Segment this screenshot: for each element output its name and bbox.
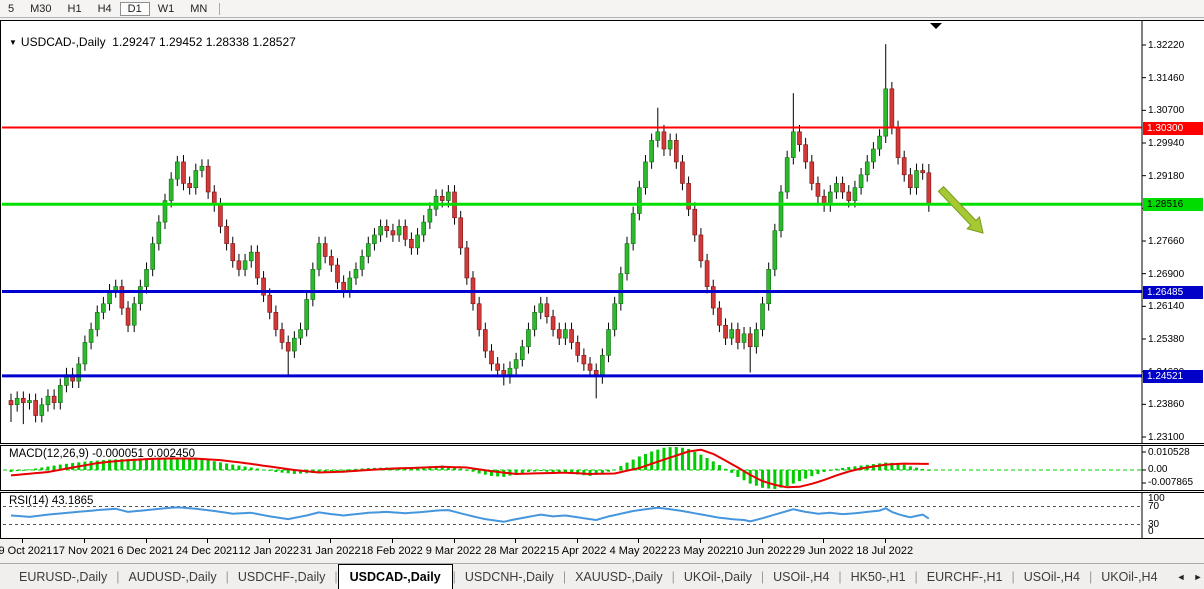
price-tick-label: 1.23860 xyxy=(1148,399,1185,411)
symbol-tabs: EURUSD-,Daily | AUDUSD-,Daily | USDCHF-,Dail… xyxy=(0,563,1204,589)
date-axis[interactable]: 29 Oct 202117 Nov 20216 Dec 202124 Dec 2… xyxy=(0,539,1204,563)
date-label: 18 Jul 2022 xyxy=(856,545,914,557)
date-tick xyxy=(207,539,209,543)
down-trend-arrow[interactable] xyxy=(937,185,984,234)
price-badge-1.30300: 1.30300 xyxy=(1143,121,1203,135)
date-tick xyxy=(884,539,886,543)
chart-symbol-label: USDCAD-,Daily xyxy=(20,35,106,49)
timeframe-button-H4[interactable]: H4 xyxy=(90,2,120,16)
rsi-value: 43.1865 xyxy=(51,495,94,507)
rsi-panel[interactable]: RSI(14) 43.1865 100 70 30 0 xyxy=(0,492,1204,539)
date-tick xyxy=(638,539,640,543)
candlestick-chart xyxy=(2,21,1146,443)
date-label: 12 Jan 2022 xyxy=(238,545,299,557)
tab-usoil-h4[interactable]: USOil-,H4 xyxy=(1015,564,1089,589)
date-label: 15 Apr 2022 xyxy=(547,545,607,557)
timeframe-toolbar: 5 M30 H1 H4 D1 W1 MN xyxy=(0,0,1204,18)
mt4-window: 5 M30 H1 H4 D1 W1 MN ▼ USDCAD-,Daily 1.29247 1.… xyxy=(0,0,1204,589)
date-tick xyxy=(823,539,825,543)
tab-usdchf-daily[interactable]: USDCHF-,Daily xyxy=(229,564,335,589)
tab-eurusd-daily[interactable]: EURUSD-,Daily xyxy=(10,564,116,589)
date-tick xyxy=(391,539,393,543)
date-label: 29 Oct 2021 xyxy=(0,545,53,557)
macd-tick-label: 0.00 xyxy=(1148,464,1168,475)
date-tick xyxy=(330,539,332,543)
macd-tick-label: -0.007865 xyxy=(1148,477,1194,488)
date-label: 28 Mar 2022 xyxy=(484,545,546,557)
timeframe-button-M30[interactable]: M30 xyxy=(22,2,59,16)
tab-ukoil-daily[interactable]: UKOil-,Daily xyxy=(675,564,761,589)
date-label: 31 Jan 2022 xyxy=(300,545,361,557)
tab-usdcad-daily[interactable]: USDCAD-,Daily xyxy=(337,564,453,589)
tab-scroll-left-icon[interactable]: ◄ xyxy=(1177,572,1186,589)
date-label: 23 May 2022 xyxy=(668,545,732,557)
tab-audusd-daily[interactable]: AUDUSD-,Daily xyxy=(119,564,225,589)
date-tick xyxy=(268,539,270,543)
price-tick-label: 1.25380 xyxy=(1148,334,1185,345)
date-label: 9 Mar 2022 xyxy=(425,545,482,557)
tab-eurchf-h1[interactable]: EURCHF-,H1 xyxy=(918,564,1012,589)
macd-values: -0.000051 0.002450 xyxy=(92,448,196,460)
price-badge-1.24521: 1.24521 xyxy=(1143,369,1203,383)
candles-layer xyxy=(8,44,932,425)
rsi-tick-label: 0 xyxy=(1148,526,1154,537)
price-tick-label: 1.26900 xyxy=(1148,268,1185,280)
price-tick-label: 1.27660 xyxy=(1148,236,1185,247)
price-tick-label: 1.26140 xyxy=(1148,301,1185,313)
date-label: 18 Feb 2022 xyxy=(361,545,423,557)
timeframe-button-MN[interactable]: MN xyxy=(182,2,215,16)
price-tick-label: 1.30700 xyxy=(1148,105,1185,117)
main-chart-panel[interactable]: ▼ USDCAD-,Daily 1.29247 1.29452 1.28338 1… xyxy=(0,20,1204,444)
price-tick-label: 1.29180 xyxy=(1148,170,1185,182)
rsi-tick-label: 70 xyxy=(1148,501,1160,512)
date-tick xyxy=(22,539,24,543)
price-badge-1.26485: 1.26485 xyxy=(1143,285,1203,299)
tab-scroll-buttons: ◄ ► xyxy=(1167,564,1204,589)
timeframe-button-5[interactable]: 5 xyxy=(0,2,22,16)
timeframe-button-D1[interactable]: D1 xyxy=(119,1,150,16)
date-label: 4 May 2022 xyxy=(609,545,668,557)
tab-xauusd-daily[interactable]: XAUUSD-,Daily xyxy=(566,564,672,589)
date-label: 17 Nov 2021 xyxy=(52,545,116,557)
date-tick xyxy=(576,539,578,543)
macd-tick-label: 0.010528 xyxy=(1148,447,1190,458)
date-tick xyxy=(145,539,147,543)
tab-scroll-right-icon[interactable]: ► xyxy=(1193,572,1202,589)
date-label: 24 Dec 2021 xyxy=(175,545,239,557)
price-tick-label: 1.32220 xyxy=(1148,40,1185,51)
tab-hk50-h1[interactable]: HK50-,H1 xyxy=(842,564,915,589)
toolbar-separator xyxy=(219,2,221,15)
rsi-line xyxy=(10,506,930,523)
tab-usoil-h4[interactable]: USOil-,H4 xyxy=(764,564,838,589)
ohlc-values: 1.29247 1.29452 1.28338 1.28527 xyxy=(112,35,296,49)
price-tick-label: 1.23100 xyxy=(1148,432,1185,443)
rsi-chart xyxy=(3,493,1143,538)
price-badge-1.28516: 1.28516 xyxy=(1143,198,1203,212)
date-tick xyxy=(699,539,701,543)
macd-label: MACD(12,26,9) -0.000051 0.002450 xyxy=(9,448,196,460)
collapse-triangle-icon[interactable]: ▼ xyxy=(9,38,17,47)
date-label: 29 Jun 2022 xyxy=(792,545,854,557)
tab-usdcnh-daily[interactable]: USDCNH-,Daily xyxy=(456,564,563,589)
date-label: 6 Dec 2021 xyxy=(117,545,174,557)
timeframe-button-W1[interactable]: W1 xyxy=(150,2,183,16)
price-tick-label: 1.31460 xyxy=(1148,72,1185,84)
macd-panel[interactable]: MACD(12,26,9) -0.000051 0.002450 0.01052… xyxy=(0,445,1204,491)
timeframe-button-H1[interactable]: H1 xyxy=(60,2,90,16)
date-tick xyxy=(453,539,455,543)
rsi-label: RSI(14) 43.1865 xyxy=(9,495,94,507)
chart-title: ▼ USDCAD-,Daily 1.29247 1.29452 1.28338 1… xyxy=(9,35,296,49)
date-tick xyxy=(761,539,763,543)
price-tick-label: 1.29940 xyxy=(1148,138,1185,149)
tab-ukoil-h4[interactable]: UKOil-,H4 xyxy=(1092,564,1166,589)
date-tick xyxy=(83,539,85,543)
date-label: 10 Jun 2022 xyxy=(731,545,792,557)
date-tick xyxy=(515,539,517,543)
chart-shift-marker-icon[interactable] xyxy=(930,23,942,29)
